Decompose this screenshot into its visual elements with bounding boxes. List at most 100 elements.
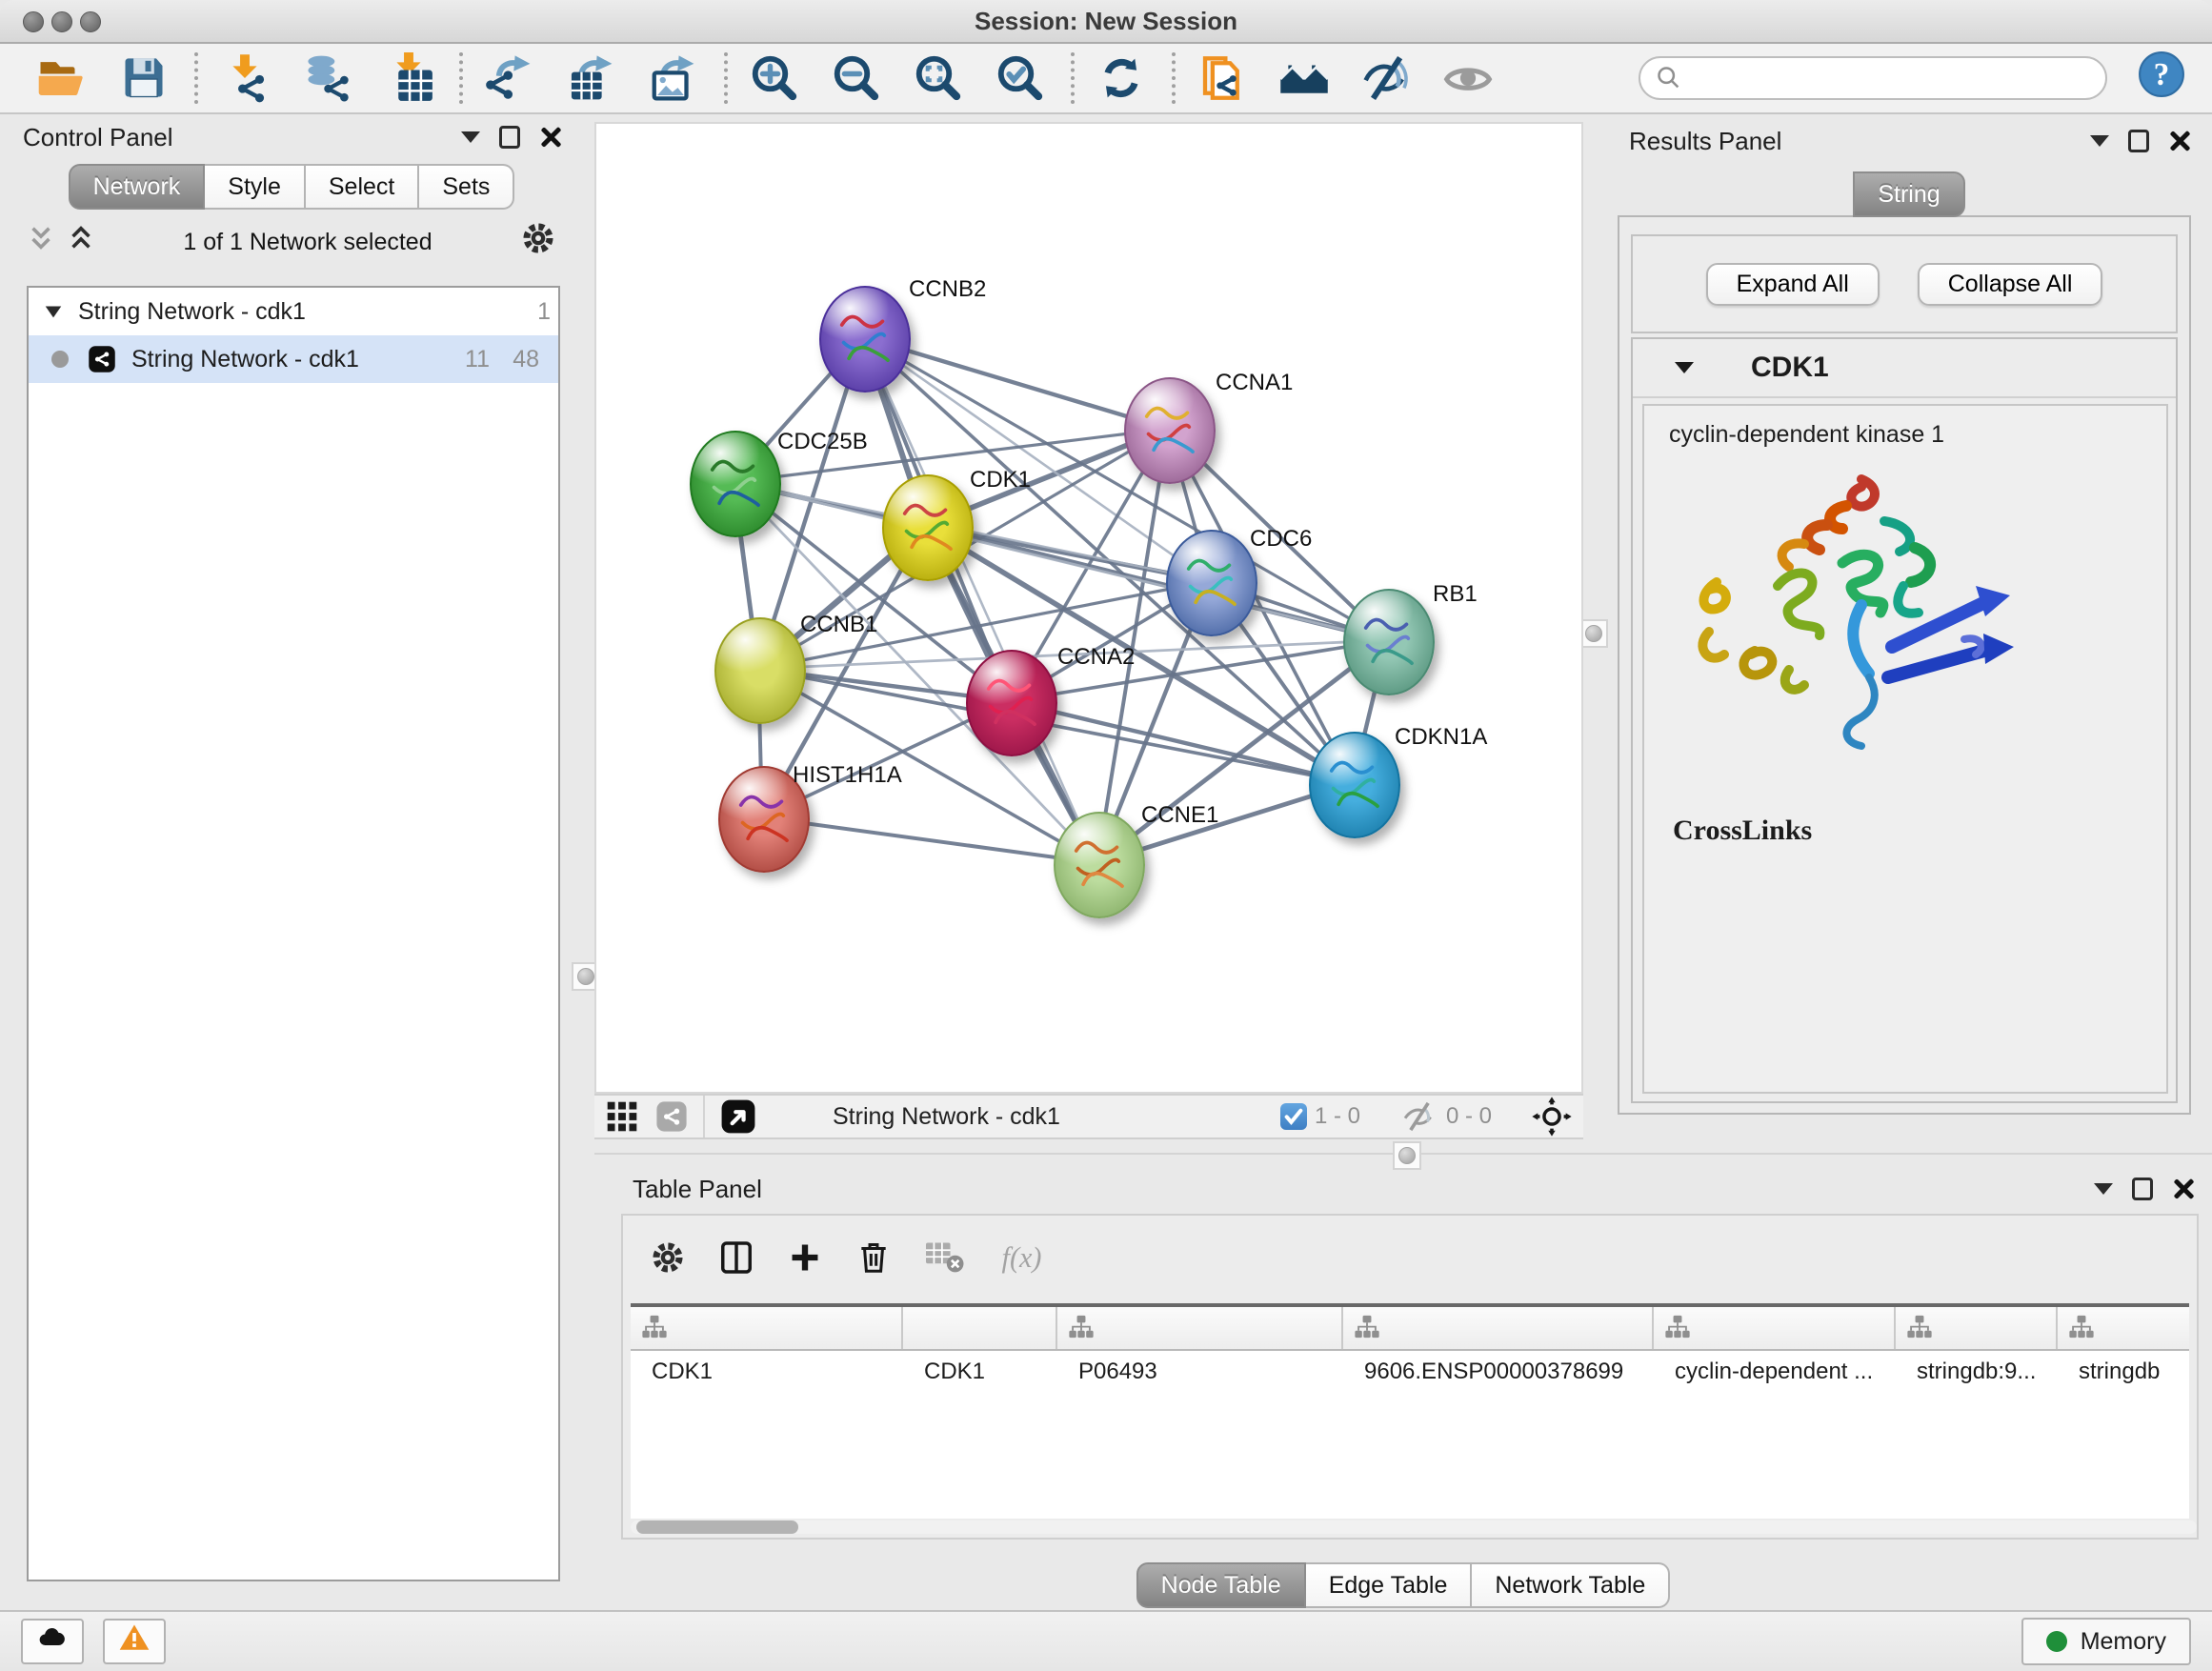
network-collection-row[interactable]: String Network - cdk1 1	[29, 288, 558, 335]
save-session-button[interactable]	[116, 50, 171, 107]
zoom-out-icon	[831, 52, 882, 104]
warnings-button[interactable]	[103, 1619, 166, 1664]
network-node-ccna2[interactable]	[966, 650, 1057, 756]
table-panel-header: Table Panel	[594, 1170, 2212, 1208]
network-node-rb1[interactable]	[1343, 589, 1435, 695]
panel-float-icon[interactable]	[2128, 130, 2149, 152]
protein-thumbnail	[884, 476, 968, 575]
collapse-all-icon[interactable]	[27, 224, 55, 260]
hide-visibility-button[interactable]	[1358, 50, 1414, 107]
panel-menu-icon[interactable]	[2094, 1183, 2113, 1195]
show-columns-icon[interactable]	[718, 1239, 754, 1276]
tab-network[interactable]: Network	[69, 164, 206, 210]
entry-expander-icon[interactable]	[1675, 362, 1694, 373]
export-image-button[interactable]	[646, 50, 701, 107]
column-header-description[interactable]	[1654, 1307, 1896, 1349]
panel-float-icon[interactable]	[499, 126, 520, 149]
crosslink-row	[1644, 1060, 2166, 1094]
grid-view-icon[interactable]	[606, 1100, 638, 1133]
zoom-fit-button[interactable]	[911, 50, 966, 107]
protein-thumbnail	[821, 288, 905, 387]
zoom-selected-button[interactable]	[993, 50, 1048, 107]
selected-checkbox[interactable]	[1280, 1103, 1307, 1130]
network-node-cdc6[interactable]	[1166, 530, 1257, 636]
tab-style[interactable]: Style	[205, 164, 306, 210]
tab-select[interactable]: Select	[306, 164, 419, 210]
network-node-ccne1[interactable]	[1054, 812, 1145, 918]
column-header-shared-name[interactable]	[631, 1307, 903, 1349]
network-view-canvas[interactable]: CCNB2CCNA1CDC25BCDK1CDC6RB1CCNB1CCNA2CDK…	[594, 122, 1583, 1094]
refresh-view-button[interactable]	[1094, 50, 1149, 107]
export-image-icon	[648, 52, 699, 104]
panel-close-icon[interactable]	[539, 127, 560, 148]
crosslink-row	[1644, 957, 2166, 1009]
column-header-canonical-name[interactable]	[1057, 1307, 1343, 1349]
gear-icon[interactable]	[520, 220, 556, 264]
network-node-ccna1[interactable]	[1124, 377, 1216, 484]
network-node-cdkn1a[interactable]	[1309, 732, 1400, 838]
panel-menu-icon[interactable]	[2090, 135, 2109, 147]
panel-menu-icon[interactable]	[461, 131, 480, 143]
hidden-eye-icon	[1400, 1097, 1438, 1136]
tab-edge-table[interactable]: Edge Table	[1306, 1562, 1473, 1608]
cdk1-entry-header[interactable]: CDK1	[1633, 339, 2176, 398]
column-type-icon	[642, 1315, 667, 1346]
delete-column-icon[interactable]	[855, 1239, 892, 1276]
tree-expander-icon[interactable]	[29, 301, 78, 322]
tab-string[interactable]: String	[1853, 171, 1964, 217]
import-network-button[interactable]	[217, 50, 272, 107]
edge-count: 48	[490, 346, 539, 373]
column-header-name[interactable]	[903, 1307, 1057, 1349]
panel-close-icon[interactable]	[2172, 1178, 2193, 1199]
network-node-ccnb2[interactable]	[819, 286, 911, 393]
tab-network-table[interactable]: Network Table	[1472, 1562, 1670, 1608]
zoom-fit-icon	[913, 52, 964, 104]
zoom-out-button[interactable]	[829, 50, 884, 107]
network-row[interactable]: String Network - cdk1 11 48	[29, 335, 558, 383]
network-badge-icon[interactable]	[655, 1100, 688, 1133]
import-table-button[interactable]	[381, 50, 436, 107]
export-table-button[interactable]	[564, 50, 619, 107]
import-network-database-button[interactable]	[299, 50, 354, 107]
panel-close-icon[interactable]	[2168, 131, 2189, 151]
column-header-database-identifier[interactable]	[1343, 1307, 1654, 1349]
network-node-cdk1[interactable]	[882, 474, 974, 581]
add-column-icon[interactable]	[787, 1239, 823, 1276]
table-toolbar: f(x)	[623, 1216, 2197, 1299]
collapse-all-button[interactable]: Collapse All	[1918, 263, 2103, 306]
panel-float-icon[interactable]	[2132, 1178, 2153, 1200]
expand-all-icon[interactable]	[67, 224, 95, 260]
tab-node-table[interactable]: Node Table	[1136, 1562, 1306, 1608]
scrollbar-thumb[interactable]	[636, 1520, 798, 1534]
splitter-knob[interactable]	[1398, 1147, 1416, 1164]
network-list-toolbar: 1 of 1 Network selected	[8, 217, 575, 267]
share-document-button[interactable]	[1195, 50, 1250, 107]
table-row[interactable]: CDK1CDK1P064939606.ENSP00000378699cyclin…	[631, 1351, 2189, 1393]
export-network-button[interactable]	[482, 50, 537, 107]
network-node-cdc25b[interactable]	[690, 431, 781, 537]
splitter-knob[interactable]	[1585, 625, 1602, 642]
memory-button[interactable]: Memory	[2021, 1618, 2191, 1665]
birdseye-icon[interactable]	[1532, 1097, 1572, 1137]
search-input[interactable]	[1639, 56, 2107, 100]
network-node-ccnb1[interactable]	[714, 617, 806, 724]
detach-view-icon[interactable]	[720, 1098, 756, 1135]
column-header--id[interactable]	[1896, 1307, 2058, 1349]
zoom-in-button[interactable]	[747, 50, 802, 107]
left-splitter[interactable]	[575, 114, 594, 1610]
expand-all-button[interactable]: Expand All	[1706, 263, 1880, 306]
splitter-knob[interactable]	[577, 968, 594, 985]
home-button[interactable]	[1277, 50, 1332, 107]
protein-thumbnail	[692, 433, 775, 532]
show-visibility-button[interactable]	[1440, 50, 1496, 107]
open-session-button[interactable]	[34, 50, 90, 107]
right-splitter[interactable]	[1583, 114, 1602, 1139]
table-hscrollbar[interactable]	[631, 1520, 2197, 1534]
table-tabs: Node TableEdge TableNetwork Table	[594, 1562, 2212, 1608]
tab-sets[interactable]: Sets	[419, 164, 514, 210]
column-header-namespace[interactable]	[2058, 1307, 2189, 1349]
node-label-cdkn1a: CDKN1A	[1395, 724, 1487, 751]
cloud-button[interactable]	[21, 1619, 84, 1664]
help-button[interactable]: ?	[2138, 50, 2185, 106]
table-gear-icon[interactable]	[650, 1239, 686, 1276]
